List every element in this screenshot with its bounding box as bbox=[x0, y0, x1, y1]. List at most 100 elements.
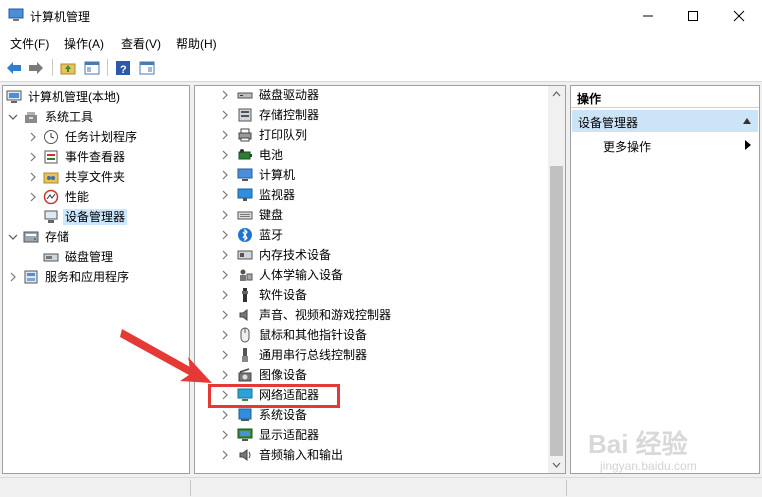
chevron-right-icon[interactable] bbox=[219, 449, 231, 461]
tree-node-computer-management[interactable]: 计算机管理(本地) bbox=[6, 87, 122, 107]
device-category-label: 打印队列 bbox=[259, 128, 308, 142]
status-bar bbox=[0, 477, 762, 497]
chevron-right-icon[interactable] bbox=[219, 209, 231, 221]
maximize-button[interactable] bbox=[670, 0, 716, 31]
menu-file[interactable]: 文件(F) bbox=[10, 35, 49, 52]
more-actions-label: 更多操作 bbox=[603, 140, 652, 154]
tree-label: 共享文件夹 bbox=[65, 170, 126, 184]
chevron-right-icon[interactable] bbox=[219, 149, 231, 161]
device-category-row[interactable]: 人体学输入设备 bbox=[219, 265, 345, 285]
svg-text:?: ? bbox=[120, 64, 127, 76]
tree-node-device-manager[interactable]: 设备管理器 bbox=[43, 207, 128, 227]
help-icon: ? bbox=[116, 60, 130, 76]
device-category-row[interactable]: 软件设备 bbox=[219, 285, 309, 305]
menu-help[interactable]: 帮助(H) bbox=[176, 35, 217, 52]
up-folder-button[interactable] bbox=[58, 58, 78, 77]
section-label: 设备管理器 bbox=[578, 116, 639, 130]
chevron-right-icon[interactable] bbox=[219, 349, 231, 361]
device-category-row[interactable]: 监视器 bbox=[219, 185, 297, 205]
chevron-right-icon[interactable] bbox=[7, 271, 19, 283]
tree-node-storage[interactable]: 存储 bbox=[7, 227, 71, 247]
chevron-right-icon[interactable] bbox=[219, 89, 231, 101]
action-pane-button[interactable] bbox=[137, 58, 157, 77]
device-category-row[interactable]: 鼠标和其他指针设备 bbox=[219, 325, 369, 345]
usb-icon bbox=[237, 347, 253, 363]
help-button[interactable]: ? bbox=[113, 58, 133, 77]
battery-icon bbox=[237, 147, 253, 163]
tree-node-performance[interactable]: 性能 bbox=[27, 187, 91, 207]
memory-device-icon bbox=[237, 247, 253, 263]
chevron-right-icon[interactable] bbox=[219, 409, 231, 421]
chevron-right-icon[interactable] bbox=[219, 249, 231, 261]
vertical-scrollbar[interactable] bbox=[548, 86, 565, 473]
actions-section-device-manager[interactable]: 设备管理器 bbox=[572, 110, 758, 132]
device-category-row[interactable]: 打印队列 bbox=[219, 125, 309, 145]
device-category-label: 磁盘驱动器 bbox=[259, 88, 320, 102]
chevron-right-icon[interactable] bbox=[219, 289, 231, 301]
chevron-right-icon[interactable] bbox=[219, 309, 231, 321]
tree-node-shared-folders[interactable]: 共享文件夹 bbox=[27, 167, 127, 187]
chevron-right-icon[interactable] bbox=[219, 189, 231, 201]
device-category-row[interactable]: 磁盘驱动器 bbox=[219, 85, 321, 105]
tree-node-task-scheduler[interactable]: 任务计划程序 bbox=[27, 127, 139, 147]
tree-label: 服务和应用程序 bbox=[45, 270, 130, 284]
performance-icon bbox=[43, 189, 59, 205]
chevron-down-icon[interactable] bbox=[7, 111, 19, 123]
console-tree-icon bbox=[84, 61, 100, 74]
tree-node-system-tools[interactable]: 系统工具 bbox=[7, 107, 95, 127]
device-category-row[interactable]: 图像设备 bbox=[219, 365, 309, 385]
chevron-right-icon[interactable] bbox=[27, 131, 39, 143]
chevron-right-icon[interactable] bbox=[27, 151, 39, 163]
annotation-arrow-icon bbox=[120, 329, 212, 383]
forward-button[interactable] bbox=[26, 58, 46, 77]
chevron-right-icon[interactable] bbox=[219, 229, 231, 241]
event-viewer-icon bbox=[43, 149, 59, 165]
device-category-row[interactable]: 内存技术设备 bbox=[219, 245, 333, 265]
minimize-button[interactable] bbox=[625, 0, 671, 31]
tree-node-services-apps[interactable]: 服务和应用程序 bbox=[7, 267, 131, 287]
keyboard-icon bbox=[237, 207, 253, 223]
device-category-row[interactable]: 存储控制器 bbox=[219, 105, 321, 125]
device-category-row[interactable]: 音频输入和输出 bbox=[219, 445, 345, 465]
chevron-right-icon[interactable] bbox=[219, 329, 231, 341]
software-device-icon bbox=[237, 287, 253, 303]
chevron-right-icon[interactable] bbox=[219, 129, 231, 141]
chevron-right-icon[interactable] bbox=[219, 369, 231, 381]
computer-management-icon bbox=[8, 8, 24, 22]
device-category-row[interactable]: 计算机 bbox=[219, 165, 297, 185]
tree-node-disk-management[interactable]: 磁盘管理 bbox=[43, 247, 115, 267]
device-category-row[interactable]: 通用串行总线控制器 bbox=[219, 345, 369, 365]
device-category-row[interactable]: 键盘 bbox=[219, 205, 285, 225]
menu-view[interactable]: 查看(V) bbox=[121, 35, 161, 52]
close-button[interactable] bbox=[716, 0, 762, 31]
device-category-label: 声音、视频和游戏控制器 bbox=[259, 308, 392, 322]
actions-header: 操作 bbox=[571, 86, 759, 108]
menu-action[interactable]: 操作(A) bbox=[64, 35, 104, 52]
watermark-url: jingyan.baidu.com bbox=[600, 459, 697, 473]
device-category-row[interactable]: 显示适配器 bbox=[219, 425, 321, 445]
chevron-right-icon[interactable] bbox=[219, 109, 231, 121]
chevron-right-icon[interactable] bbox=[27, 171, 39, 183]
device-category-row[interactable]: 蓝牙 bbox=[219, 225, 285, 245]
tree-node-event-viewer[interactable]: 事件查看器 bbox=[27, 147, 127, 167]
chevron-right-icon[interactable] bbox=[27, 191, 39, 203]
storage-icon bbox=[23, 229, 39, 245]
chevron-right-icon[interactable] bbox=[219, 269, 231, 281]
device-manager-icon bbox=[43, 209, 59, 225]
device-category-label: 音频输入和输出 bbox=[259, 448, 344, 462]
scrollbar-thumb[interactable] bbox=[550, 166, 563, 456]
device-category-row[interactable]: 系统设备 bbox=[219, 405, 309, 425]
device-category-label: 键盘 bbox=[259, 208, 284, 222]
device-category-row[interactable]: 声音、视频和游戏控制器 bbox=[219, 305, 393, 325]
camera-icon bbox=[237, 367, 253, 383]
chevron-down-icon[interactable] bbox=[7, 231, 19, 243]
chevron-right-icon[interactable] bbox=[219, 169, 231, 181]
device-category-row[interactable]: 电池 bbox=[219, 145, 285, 165]
more-actions-item[interactable]: 更多操作 bbox=[603, 138, 651, 155]
show-hide-tree-button[interactable] bbox=[82, 58, 102, 77]
device-tree-pane: 磁盘驱动器存储控制器打印队列电池 计算机 监视器键盘蓝牙 内存技术设备 人体学输入设备软… bbox=[194, 85, 566, 474]
device-category-label: 软件设备 bbox=[259, 288, 308, 302]
chevron-right-icon[interactable] bbox=[219, 429, 231, 441]
tools-icon bbox=[23, 109, 39, 125]
back-button[interactable] bbox=[4, 58, 24, 77]
